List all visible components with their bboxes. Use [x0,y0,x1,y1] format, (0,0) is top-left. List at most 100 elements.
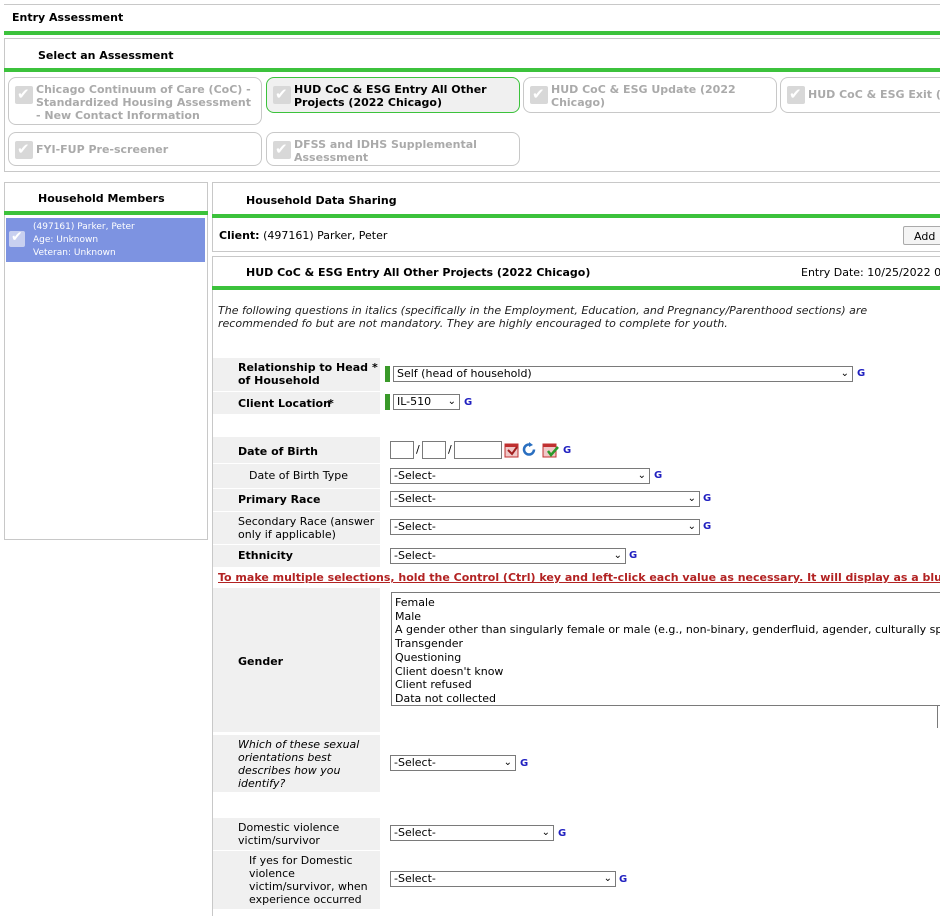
member-veteran: Veteran: Unknown [33,248,116,258]
tile-label: HUD CoC & ESG Exit (2 [808,88,940,101]
gender-option[interactable]: A gender other than singularly female or… [395,623,940,637]
g-link[interactable]: G [703,521,711,532]
ethnicity-select[interactable]: -Select- ⌄ [390,548,626,564]
required-star: * [328,397,334,410]
orientation-select[interactable]: -Select- ⌄ [390,755,516,771]
household-heading: Household Members [38,192,165,205]
relationship-label: Relationship to Head of Household [238,361,368,387]
dob-day-input[interactable] [422,441,446,459]
secondary-race-label: Secondary Race (answer only if applicabl… [238,515,374,541]
check-icon [273,85,291,104]
orientation-label-line2: orientations best [238,751,332,764]
orientation-label-line1: Which of these sexual [238,738,360,751]
calendar-icon[interactable] [504,441,520,458]
chevron-down-icon: ⌄ [447,396,456,407]
relationship-label-line1: Relationship to Head [238,361,369,374]
dob-year-input[interactable] [454,441,502,459]
orientation-label-line4: identify? [238,777,286,790]
add-button[interactable]: Add [903,226,940,245]
top-divider [4,4,940,5]
assessment-heading: Select an Assessment [38,49,174,62]
dv-when-label-line1: If yes for Domestic [249,854,353,867]
gender-option[interactable]: Transgender [395,637,940,651]
primary-race-select[interactable]: -Select- ⌄ [390,491,700,507]
location-select[interactable]: IL-510 ⌄ [393,394,460,410]
g-link[interactable]: G [558,828,566,839]
tile-hud-exit[interactable]: HUD CoC & ESG Exit (2 [780,77,940,113]
form-green-bar [212,286,940,290]
chevron-down-icon: ⌄ [503,757,512,768]
dv-when-label-line2: violence [249,867,295,880]
g-link[interactable]: G [464,397,472,408]
tile-label: HUD CoC & ESG Update (2022 Chicago) [551,83,736,109]
household-member-row[interactable]: ✔ (497161) Parker, Peter Age: Unknown Ve… [6,218,205,262]
chevron-down-icon: ⌄ [613,550,622,561]
gender-option[interactable]: Questioning [395,651,940,665]
chevron-down-icon: ⌄ [840,368,849,379]
sharing-green-bar [212,214,940,218]
orientation-label: Which of these sexual orientations best … [238,738,359,790]
entry-date: Entry Date: 10/25/2022 0 [801,266,940,279]
check-icon [273,140,291,159]
dv-value: -Select- [394,826,436,839]
client-value: (497161) Parker, Peter [263,229,388,242]
form-title: HUD CoC & ESG Entry All Other Projects (… [246,266,591,279]
dob-type-value: -Select- [394,469,436,482]
gender-option[interactable]: Male [395,610,940,624]
gender-option[interactable]: Data not collected [395,692,940,705]
household-green-bar [4,211,208,215]
chevron-down-icon: ⌄ [637,470,646,481]
member-name: (497161) Parker, Peter [33,222,135,232]
g-link[interactable]: G [619,874,627,885]
calendar-check-icon[interactable] [542,441,559,458]
dob-separator: / [416,443,420,456]
orientation-value: -Select- [394,756,436,769]
dv-select[interactable]: -Select- ⌄ [390,825,554,841]
check-icon [15,140,33,159]
required-indicator [385,394,390,410]
dob-month-input[interactable] [390,441,414,459]
check-icon [15,85,33,104]
tile-fyi-fup[interactable]: FYI-FUP Pre-screener [8,132,262,166]
title-green-bar [4,31,940,35]
refresh-icon[interactable] [521,441,538,458]
check-icon [530,85,548,104]
location-value: IL-510 [397,395,432,408]
gender-option[interactable]: Female [395,596,940,610]
chevron-down-icon: ⌄ [603,873,612,884]
page-title: Entry Assessment [12,11,124,24]
tile-chicago-coc[interactable]: Chicago Continuum of Care (CoC) - Standa… [8,77,262,125]
assessment-green-bar [4,68,940,72]
tile-hud-update[interactable]: HUD CoC & ESG Update (2022 Chicago) [523,77,777,113]
check-icon: ✔ [9,229,25,247]
required-indicator [385,366,390,382]
g-link[interactable]: G [629,550,637,561]
relationship-label-line2: of Household [238,374,320,387]
g-link[interactable]: G [703,493,711,504]
dob-type-select[interactable]: -Select- ⌄ [390,468,650,484]
g-link[interactable]: G [563,445,571,456]
g-link[interactable]: G [520,758,528,769]
g-link[interactable]: G [654,470,662,481]
secondary-race-select[interactable]: -Select- ⌄ [390,519,700,535]
secondary-race-label-line2: only if applicable) [238,528,336,541]
dv-when-select[interactable]: -Select- ⌄ [390,871,616,887]
member-info: (497161) Parker, Peter Age: Unknown Vete… [33,221,135,260]
tile-dfss-idhs[interactable]: DFSS and IDHS Supplemental Assessment [266,132,520,166]
tile-label: DFSS and IDHS Supplemental Assessment [294,138,477,164]
secondary-race-label-line1: Secondary Race (answer [238,515,375,528]
gender-option[interactable]: Client doesn't know [395,665,940,679]
relationship-select[interactable]: Self (head of household) ⌄ [393,366,853,382]
dob-label: Date of Birth [238,445,318,458]
chevron-down-icon: ⌄ [541,827,550,838]
dob-separator: / [448,443,452,456]
form-panel [212,256,940,916]
g-link[interactable]: G [857,368,865,379]
tile-label: FYI-FUP Pre-screener [36,143,169,156]
gender-label: Gender [238,655,284,668]
gender-listbox[interactable]: Female Male A gender other than singular… [391,592,940,706]
tile-hud-entry[interactable]: HUD CoC & ESG Entry All Other Projects (… [266,77,520,113]
gender-option[interactable]: Client refused [395,678,940,692]
location-label: Client Location [238,397,331,410]
ethnicity-value: -Select- [394,549,436,562]
